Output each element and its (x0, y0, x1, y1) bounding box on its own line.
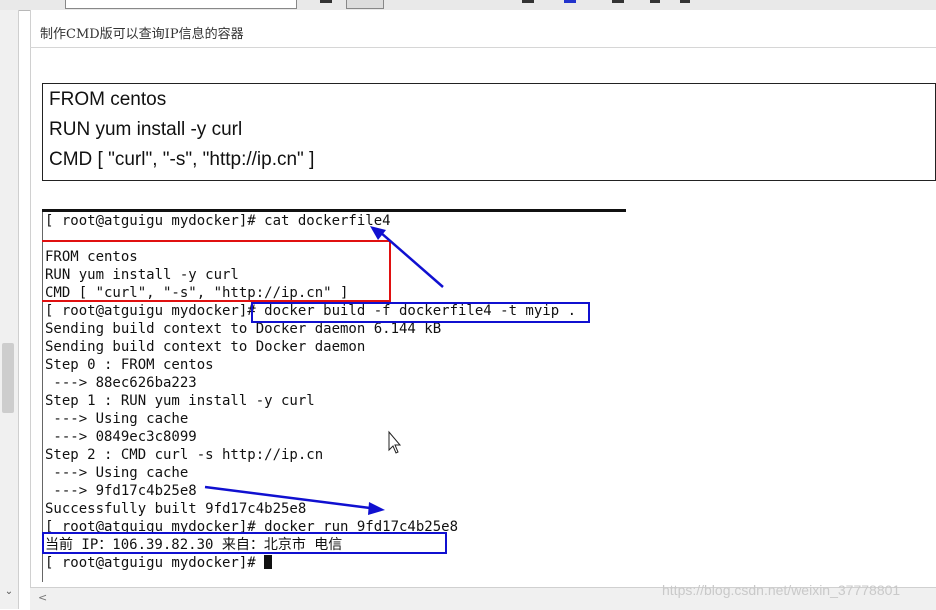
watermark: https://blog.csdn.net/weixin_37778801 (662, 582, 901, 598)
blue-arrowhead (368, 502, 385, 515)
annotation-arrows (204, 226, 444, 515)
scroll-left-icon[interactable]: < (38, 591, 47, 604)
blue-arrow (379, 231, 444, 288)
blue-arrowhead (370, 226, 386, 240)
mouse-pointer-icon (388, 430, 402, 454)
blue-arrow (204, 485, 371, 510)
